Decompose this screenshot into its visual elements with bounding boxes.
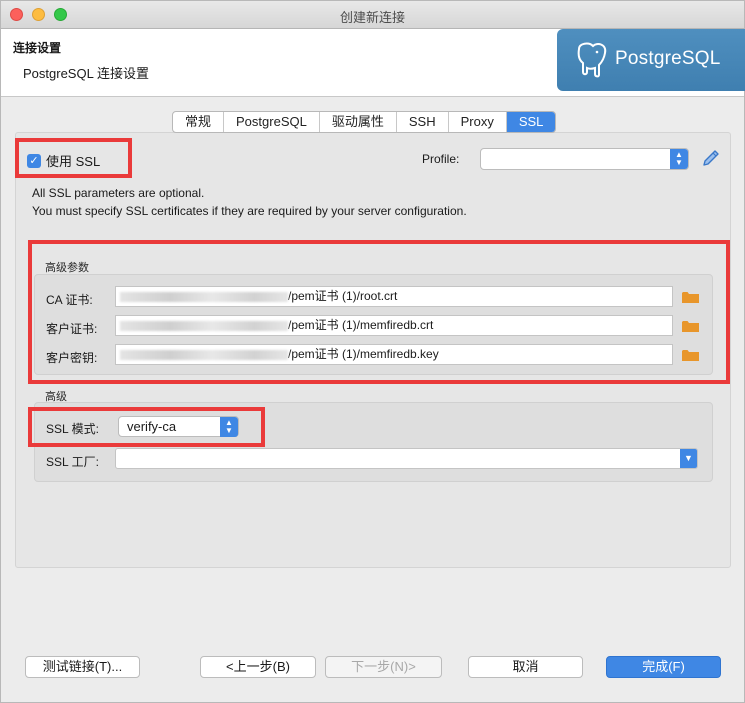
updown-chevron-icon: ▲ ▼ [670, 149, 688, 169]
ssl-info-optional: All SSL parameters are optional. [32, 186, 205, 200]
tab-ssl[interactable]: SSL [506, 112, 556, 132]
tab-bar: 常规 PostgreSQL 驱动属性 SSH Proxy SSL [172, 111, 557, 133]
highlight-ssl-mode [28, 407, 265, 447]
tab-driver-properties[interactable]: 驱动属性 [320, 112, 397, 132]
highlight-use-ssl [15, 138, 132, 178]
tab-proxy[interactable]: Proxy [449, 112, 507, 132]
tab-postgresql[interactable]: PostgreSQL [224, 112, 320, 132]
ssl-factory-select[interactable]: ▼ [115, 448, 698, 469]
header-title: 连接设置 [13, 41, 62, 55]
cancel-button[interactable]: 取消 [468, 656, 583, 678]
ssl-factory-label: SSL 工厂: [46, 455, 99, 469]
tab-general[interactable]: 常规 [173, 112, 225, 132]
chevron-down-icon: ▼ [680, 449, 697, 468]
profile-select[interactable]: ▲ ▼ [480, 148, 689, 170]
back-button[interactable]: <上一步(B) [200, 656, 316, 678]
ssl-info-certificates: You must specify SSL certificates if the… [32, 204, 467, 218]
postgresql-logo: PostgreSQL [557, 29, 745, 91]
test-connection-button[interactable]: 测试链接(T)... [25, 656, 140, 678]
pencil-edit-icon[interactable] [700, 147, 722, 169]
next-button[interactable]: 下一步(N)> [325, 656, 442, 678]
elephant-icon [577, 42, 607, 78]
highlight-advanced-params [28, 240, 730, 384]
connection-dialog: 创建新连接 连接设置 PostgreSQL 连接设置 PostgreSQL 常规… [0, 0, 745, 703]
window-title: 创建新连接 [339, 10, 405, 25]
profile-label: Profile: [422, 152, 460, 166]
finish-button[interactable]: 完成(F) [606, 656, 721, 678]
header-subtitle: PostgreSQL 连接设置 [23, 66, 149, 81]
tab-ssh[interactable]: SSH [397, 112, 449, 132]
title-bar: 创建新连接 [1, 1, 744, 29]
dialog-header: 连接设置 PostgreSQL 连接设置 PostgreSQL [1, 29, 745, 97]
logo-text: PostgreSQL [615, 48, 721, 69]
